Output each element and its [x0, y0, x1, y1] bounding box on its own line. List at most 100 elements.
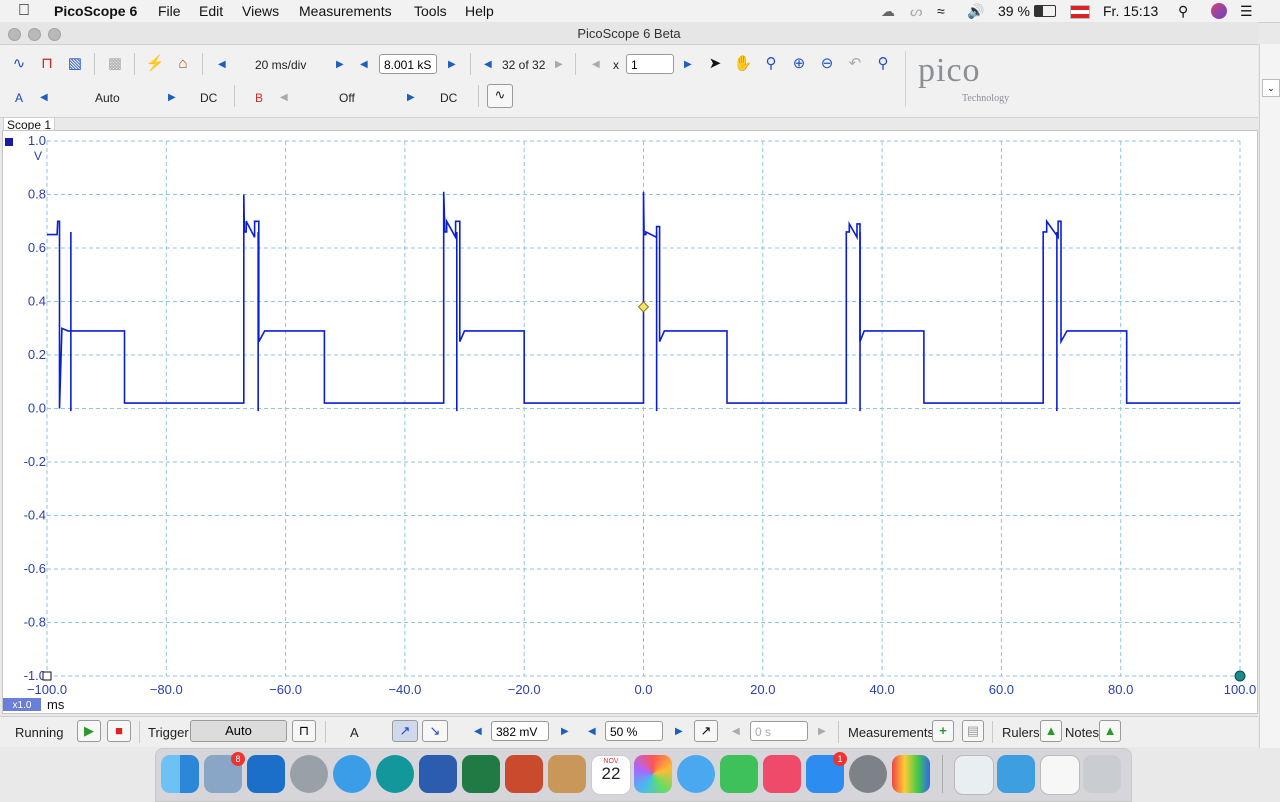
apple-icon[interactable]:  — [18, 2, 30, 20]
messages-icon[interactable] — [677, 755, 715, 793]
threshold-increase-icon[interactable]: ▶ — [561, 726, 569, 737]
app-menu[interactable]: PicoScope 6 — [54, 3, 137, 19]
buffer-previous-icon[interactable]: ◀ — [484, 59, 492, 70]
advanced-trigger-icon[interactable]: ⊓ — [292, 720, 316, 742]
bluetooth-icon[interactable]: ᔕ — [910, 3, 922, 20]
stop-button[interactable]: ■ — [107, 720, 131, 742]
system-preferences-icon[interactable] — [849, 755, 887, 793]
scope-plot[interactable]: −100.0 −80.0 −60.0 −40.0 −20.0 0.0 20.0 40.0 60.… — [3, 131, 1257, 713]
channel-b-coupling[interactable]: DC — [440, 91, 457, 105]
rulers-button[interactable]: ▲ — [1040, 720, 1062, 742]
menu-views[interactable]: Views — [242, 3, 279, 19]
pretrigger-field[interactable]: 50 % — [605, 721, 663, 741]
channel-b-range-decrease-icon[interactable]: ◀ — [280, 92, 288, 103]
persistence-mode-icon[interactable]: ⊓ — [36, 53, 58, 75]
delay-increase-icon[interactable]: ▶ — [818, 726, 826, 737]
app-store-icon[interactable]: 1 — [806, 752, 847, 793]
channel-a-range-increase-icon[interactable]: ▶ — [168, 92, 176, 103]
arduino-icon[interactable] — [376, 755, 414, 793]
word-icon[interactable] — [419, 755, 457, 793]
photos-icon[interactable] — [634, 755, 672, 793]
threshold-decrease-icon[interactable]: ◀ — [474, 726, 482, 737]
menu-help[interactable]: Help — [465, 3, 494, 19]
chevron-down-icon[interactable]: ⌄ — [1262, 79, 1280, 97]
channel-b-range-increase-icon[interactable]: ▶ — [407, 92, 415, 103]
menubar-clock[interactable]: Fr. 15:13 — [1103, 3, 1158, 19]
facetime-icon[interactable] — [720, 755, 758, 793]
post-trigger-delay-icon[interactable]: ↗ — [694, 720, 718, 742]
samples-increase-icon[interactable]: ▶ — [448, 59, 456, 70]
menu-edit[interactable]: Edit — [199, 3, 223, 19]
channel-options-button[interactable]: ∿ — [487, 84, 513, 108]
timebase-increase-icon[interactable]: ▶ — [336, 59, 344, 70]
channel-a-range[interactable]: Auto — [95, 91, 120, 105]
falling-edge-icon[interactable]: ↘ — [422, 720, 448, 742]
timebase-value[interactable]: 20 ms/div — [255, 58, 306, 72]
zoom-in-icon[interactable]: ⊕ — [788, 53, 810, 75]
menu-tools[interactable]: Tools — [414, 3, 447, 19]
excel-icon[interactable] — [462, 755, 500, 793]
pretrigger-increase-icon[interactable]: ▶ — [675, 726, 683, 737]
scope-view[interactable]: −100.0 −80.0 −60.0 −40.0 −20.0 0.0 20.0 40.0 60.… — [2, 130, 1258, 714]
samples-decrease-icon[interactable]: ◀ — [360, 59, 368, 70]
channel-a-range-decrease-icon[interactable]: ◀ — [40, 92, 48, 103]
pointer-tool-icon[interactable]: ➤ — [704, 53, 726, 75]
trigger-channel[interactable]: A — [350, 725, 359, 740]
finder-icon[interactable] — [161, 755, 199, 793]
home-icon[interactable]: ⌂ — [172, 53, 194, 75]
buffer-next-icon[interactable]: ▶ — [555, 59, 563, 70]
battery-icon[interactable] — [1034, 5, 1056, 17]
trigger-mode-select[interactable]: Auto — [190, 720, 287, 742]
run-button[interactable]: ▶ — [77, 720, 101, 742]
threshold-field[interactable]: 382 mV — [491, 721, 549, 741]
samples-field[interactable]: 8.001 kS — [379, 54, 437, 74]
wifi-icon[interactable]: ≈ — [937, 3, 945, 19]
launchpad-icon[interactable] — [290, 755, 328, 793]
powerpoint-icon[interactable] — [505, 755, 543, 793]
channel-b-range[interactable]: Off — [339, 91, 355, 105]
spectrum-mode-icon[interactable]: ▧ — [64, 53, 86, 75]
rising-edge-icon[interactable]: ↗ — [392, 720, 418, 742]
menu-file[interactable]: File — [158, 3, 181, 19]
battery-percent[interactable]: 39 % — [998, 3, 1030, 19]
x-tick-label: 0.0 — [634, 682, 652, 697]
spotlight-search-icon[interactable]: ⚲ — [1178, 3, 1188, 20]
buffer-position[interactable]: 32 of 32 — [502, 58, 545, 72]
add-measurement-button[interactable]: + — [932, 720, 954, 742]
itunes-icon[interactable] — [763, 755, 801, 793]
timebase-decrease-icon[interactable]: ◀ — [218, 59, 226, 70]
trash-icon[interactable] — [1083, 755, 1121, 793]
edit-measurement-button[interactable]: ▤ — [962, 720, 984, 742]
contacts-icon[interactable] — [548, 755, 586, 793]
downloads-folder-icon[interactable] — [997, 755, 1035, 793]
histogram-icon[interactable]: ▩ — [104, 53, 126, 75]
signal-generator-icon[interactable]: ⚡ — [144, 53, 166, 75]
zoom-increase-icon[interactable]: ▶ — [684, 59, 692, 70]
zoom-decrease-icon[interactable]: ◀ — [592, 59, 600, 70]
zoom-region-icon[interactable]: ⚲ — [760, 53, 782, 75]
mail-icon[interactable]: 8 — [204, 752, 245, 793]
outlook-icon[interactable] — [247, 755, 285, 793]
input-source-flag-icon[interactable] — [1070, 5, 1090, 19]
color-app-icon[interactable] — [892, 755, 930, 793]
menu-measurements[interactable]: Measurements — [299, 3, 392, 19]
notes-button[interactable]: ▲ — [1099, 720, 1121, 742]
undo-zoom-icon[interactable]: ↶ — [844, 53, 866, 75]
safari-icon[interactable] — [333, 755, 371, 793]
calendar-icon[interactable]: NOV 22 — [591, 755, 631, 795]
volume-icon[interactable]: 🔊 — [967, 3, 984, 20]
scope-mode-icon[interactable]: ∿ — [8, 53, 30, 75]
hand-tool-icon[interactable]: ✋ — [732, 53, 754, 75]
zoom-field[interactable]: 1 — [626, 54, 674, 74]
siri-icon[interactable] — [1211, 3, 1227, 19]
delay-decrease-icon[interactable]: ◀ — [732, 726, 740, 737]
channel-a-coupling[interactable]: DC — [200, 91, 217, 105]
pretrigger-decrease-icon[interactable]: ◀ — [588, 726, 596, 737]
screenshot-folder-icon[interactable] — [1040, 755, 1080, 795]
zoom-out-icon[interactable]: ⊖ — [816, 53, 838, 75]
documents-folder-icon[interactable] — [954, 755, 994, 795]
delay-field[interactable]: 0 s — [750, 721, 808, 741]
zoom-fit-icon[interactable]: ⚲ — [872, 53, 894, 75]
cloud-icon[interactable]: ☁ — [881, 3, 895, 20]
notification-center-icon[interactable]: ☰ — [1240, 3, 1253, 20]
